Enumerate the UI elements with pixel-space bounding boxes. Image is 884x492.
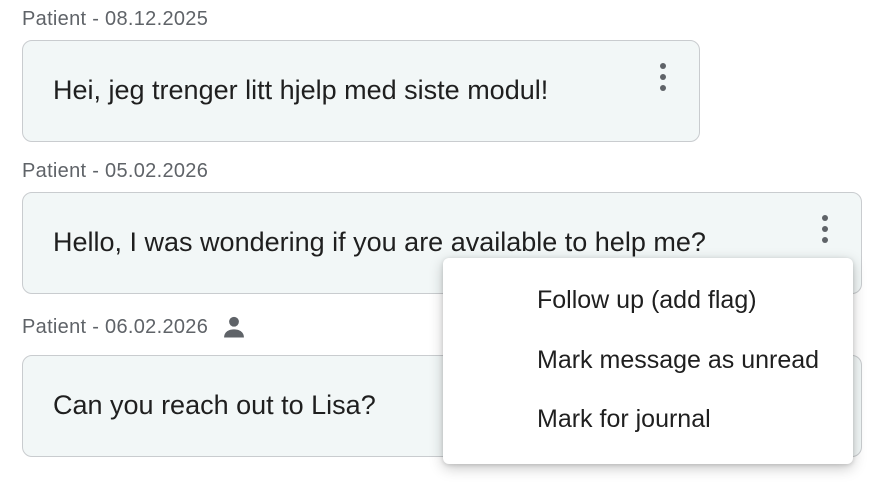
message-bubble: Hei, jeg trenger litt hjelp med siste mo… [22,40,700,142]
message-meta-label: Patient - 06.02.2026 [22,315,209,338]
menu-item-mark-unread[interactable]: Mark message as unread [537,346,819,375]
message-thread: Patient - 08.12.2025 Hei, jeg trenger li… [0,0,884,492]
menu-item-mark-journal[interactable]: Mark for journal [537,405,711,434]
more-options-icon[interactable] [651,57,675,97]
message-text: Hello, I was wondering if you are availa… [53,227,706,257]
menu-item-follow-up[interactable]: Follow up (add flag) [537,286,757,315]
message-meta-label: Patient - 05.02.2026 [22,160,209,182]
message-meta-label: Patient - 08.12.2025 [22,8,209,30]
message-text: Can you reach out to Lisa? [53,390,376,420]
message-text: Hei, jeg trenger litt hjelp med siste mo… [53,75,549,105]
context-menu: Follow up (add flag) Mark message as unr… [443,258,853,464]
more-options-icon[interactable] [813,209,837,249]
message-meta: Patient - 08.12.2025 [22,8,208,31]
person-icon [220,313,248,341]
message-meta: Patient - 06.02.2026 [22,313,248,341]
message-meta: Patient - 05.02.2026 [22,160,208,183]
